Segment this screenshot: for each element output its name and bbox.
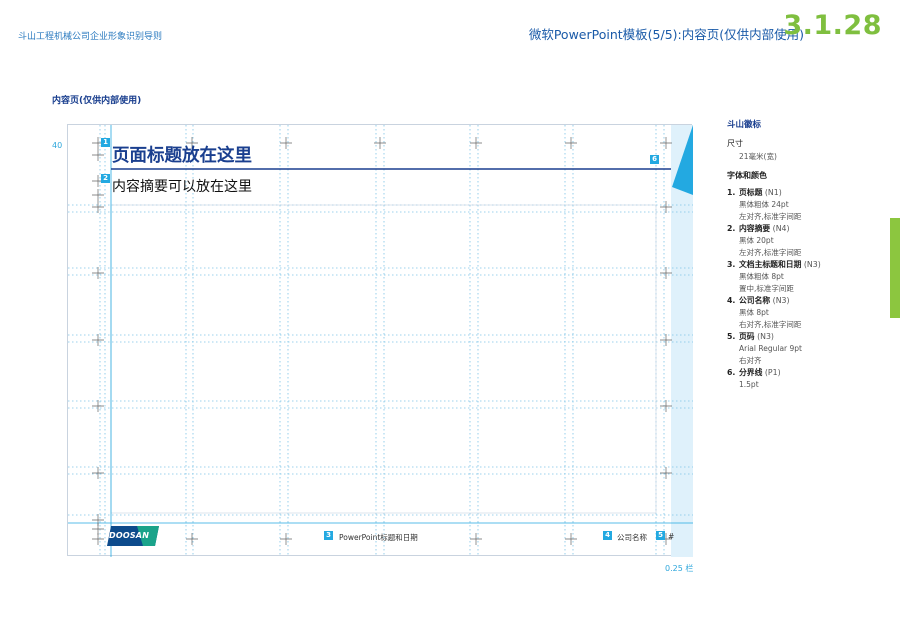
footer-page-number: # [668, 532, 675, 541]
spec-item: 6. 分界线 (P1) 1.5pt [727, 368, 781, 389]
document-title: 斗山工程机械公司企业形象识别导则 [18, 32, 163, 42]
horizontal-guides [68, 204, 693, 516]
badge-3: 3 [324, 531, 333, 540]
section-tab-marker [890, 218, 900, 318]
spec-item: 5. 页码 (N3) Arial Regular 9pt 右对齐 [727, 332, 802, 365]
section-label: 内容页(仅供内部使用) [52, 96, 142, 106]
fonts-colors-label: 字体和颜色 [727, 171, 767, 180]
slide-title: 页面标题放在这里 [112, 146, 252, 166]
slide-summary: 内容摘要可以放在这里 [112, 179, 252, 195]
spec-item: 4. 公司名称 (N3) 黑体 8pt 右对齐,标准字间距 [727, 296, 802, 329]
dimension-label: 40 [52, 141, 63, 150]
footer-company-name: 公司名称 [617, 533, 647, 542]
page-number: 3.1.28 [783, 10, 882, 41]
logo-wordmark: DOOSAN [109, 531, 150, 540]
sidebar-heading: 斗山徽标 [727, 120, 762, 130]
spec-item: 2. 内容摘要 (N4) 黑体 20pt 左对齐,标准字间距 [727, 224, 802, 257]
spec-sidebar: 斗山徽标 尺寸 21毫米(宽) 字体和颜色 1. 页标题 (N1) 黑体粗体 24p… [727, 118, 867, 391]
badge-2: 2 [101, 174, 110, 183]
badge-4: 4 [603, 531, 612, 540]
badge-1: 1 [101, 138, 110, 147]
doosan-logo: DOOSAN [107, 526, 159, 546]
spec-item: 3. 文档主标题和日期 (N3) 黑体粗体 8pt 置中,标准字间距 [727, 260, 821, 293]
size-label: 尺寸 [727, 139, 743, 148]
footer-title-date: PowerPoint标题和日期 [339, 533, 418, 542]
badge-6: 6 [650, 155, 659, 164]
spec-item: 1. 页标题 (N1) 黑体粗体 24pt 左对齐,标准字间距 [727, 188, 802, 221]
size-value: 21毫米(宽) [739, 152, 777, 161]
section-title: 微软PowerPoint模板(5/5):内容页(仅供内部使用) [528, 27, 804, 42]
badge-5: 5 [656, 531, 665, 540]
column-label: 0.25 栏 [665, 564, 694, 573]
crosshair-marks [92, 137, 672, 545]
spec-list: 1. 页标题 (N1) 黑体粗体 24pt 左对齐,标准字间距 2. 内容摘要 (N4)… [727, 187, 867, 391]
